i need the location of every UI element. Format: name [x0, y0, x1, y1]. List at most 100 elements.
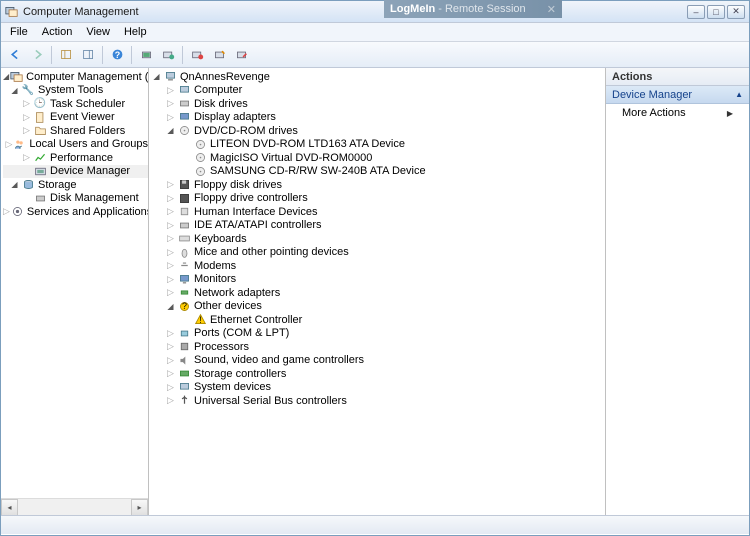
scheduler-icon: 🕒	[33, 97, 47, 110]
dvd-icon	[193, 165, 207, 178]
console-tree[interactable]: Computer Management (Local 🔧System Tools…	[1, 68, 148, 221]
show-hide-actions-button[interactable]	[78, 45, 98, 65]
device-computer-name[interactable]: QnAnnesRevenge	[180, 71, 270, 83]
twisty-icon[interactable]	[165, 301, 176, 312]
twisty-icon[interactable]	[165, 193, 176, 204]
twisty-icon[interactable]	[165, 274, 176, 285]
device-cat-dvd[interactable]: DVD/CD-ROM drives	[194, 125, 298, 137]
monitor-icon	[177, 273, 191, 286]
device-cat-sound[interactable]: Sound, video and game controllers	[194, 354, 364, 366]
svg-text:!: !	[199, 315, 201, 325]
twisty-icon[interactable]	[5, 139, 12, 150]
tree-node-device-manager[interactable]: Device Manager	[50, 165, 130, 177]
remote-close-icon[interactable]: ✕	[547, 3, 556, 16]
twisty-icon[interactable]	[165, 260, 176, 271]
twisty-icon[interactable]	[151, 71, 162, 82]
tree-node-event-viewer[interactable]: Event Viewer	[50, 111, 115, 123]
tree-node-storage[interactable]: Storage	[38, 179, 77, 191]
twisty-icon[interactable]	[165, 287, 176, 298]
more-actions-item[interactable]: More Actions ▶	[606, 104, 749, 122]
twisty-icon[interactable]	[9, 179, 20, 190]
back-button[interactable]	[5, 45, 25, 65]
uninstall-button[interactable]	[187, 45, 207, 65]
tree-node-disk-mgmt[interactable]: Disk Management	[50, 192, 139, 204]
tree-node-services-apps[interactable]: Services and Applications	[27, 206, 149, 218]
menubar: File Action View Help	[1, 23, 749, 42]
menu-file[interactable]: File	[3, 24, 35, 40]
device-cat-ports[interactable]: Ports (COM & LPT)	[194, 327, 289, 339]
twisty-icon[interactable]	[21, 112, 32, 123]
device-cat-computer[interactable]: Computer	[194, 84, 242, 96]
tree-node-local-users[interactable]: Local Users and Groups	[29, 138, 148, 150]
device-cat-processors[interactable]: Processors	[194, 341, 249, 353]
twisty-icon[interactable]	[3, 206, 10, 217]
horizontal-scrollbar[interactable]: ◂ ▸	[1, 498, 148, 515]
twisty-icon[interactable]	[165, 85, 176, 96]
collapse-icon[interactable]: ▲	[735, 90, 743, 99]
device-samsung[interactable]: SAMSUNG CD-R/RW SW-240B ATA Device	[210, 165, 426, 177]
minimize-button[interactable]: –	[687, 5, 705, 19]
twisty-icon[interactable]	[21, 152, 32, 163]
twisty-icon[interactable]	[165, 112, 176, 123]
show-hide-tree-button[interactable]	[56, 45, 76, 65]
tree-node-shared-folders[interactable]: Shared Folders	[50, 125, 125, 137]
tree-node-performance[interactable]: Performance	[50, 152, 113, 164]
menu-view[interactable]: View	[79, 24, 117, 40]
twisty-icon[interactable]	[21, 98, 32, 109]
tree-node-system-tools[interactable]: System Tools	[38, 84, 103, 96]
device-cat-floppy-ctrl[interactable]: Floppy drive controllers	[194, 192, 308, 204]
device-cat-monitors[interactable]: Monitors	[194, 273, 236, 285]
device-magiciso[interactable]: MagicISO Virtual DVD-ROM0000	[210, 152, 372, 164]
twisty-icon[interactable]	[165, 98, 176, 109]
menu-action[interactable]: Action	[35, 24, 80, 40]
twisty-icon[interactable]	[165, 220, 176, 231]
close-button[interactable]: ✕	[727, 5, 745, 19]
device-cat-keyboards[interactable]: Keyboards	[194, 233, 247, 245]
twisty-icon[interactable]	[165, 233, 176, 244]
scan-hardware-button[interactable]	[209, 45, 229, 65]
device-tree[interactable]: QnAnnesRevenge Computer Disk drives Disp…	[149, 68, 605, 410]
device-manager-icon	[33, 165, 47, 178]
twisty-icon[interactable]	[165, 328, 176, 339]
twisty-icon[interactable]	[9, 85, 20, 96]
twisty-icon[interactable]	[21, 125, 32, 136]
actions-section[interactable]: Device Manager ▲	[606, 86, 749, 104]
twisty-icon[interactable]	[165, 341, 176, 352]
maximize-button[interactable]: □	[707, 5, 725, 19]
update-driver-button[interactable]	[158, 45, 178, 65]
twisty-icon[interactable]	[165, 395, 176, 406]
twisty-icon[interactable]	[165, 206, 176, 217]
twisty-icon[interactable]	[165, 355, 176, 366]
hardware-wizard-button[interactable]	[136, 45, 156, 65]
device-cat-storage-ctrl[interactable]: Storage controllers	[194, 368, 286, 380]
device-cat-modems[interactable]: Modems	[194, 260, 236, 272]
tree-node-root[interactable]: Computer Management (Local	[26, 71, 149, 83]
device-cat-usb[interactable]: Universal Serial Bus controllers	[194, 395, 347, 407]
scroll-left-button[interactable]: ◂	[1, 499, 18, 515]
device-cat-ide[interactable]: IDE ATA/ATAPI controllers	[194, 219, 322, 231]
twisty-icon[interactable]	[3, 71, 9, 82]
device-liteon[interactable]: LITEON DVD-ROM LTD163 ATA Device	[210, 138, 405, 150]
device-cat-other[interactable]: Other devices	[194, 300, 262, 312]
device-cat-hid[interactable]: Human Interface Devices	[194, 206, 318, 218]
device-cat-network[interactable]: Network adapters	[194, 287, 280, 299]
scroll-right-button[interactable]: ▸	[131, 499, 148, 515]
twisty-icon[interactable]	[165, 247, 176, 258]
forward-button[interactable]	[27, 45, 47, 65]
device-cat-floppy[interactable]: Floppy disk drives	[194, 179, 282, 191]
menu-help[interactable]: Help	[117, 24, 154, 40]
device-ethernet-controller[interactable]: Ethernet Controller	[210, 314, 302, 326]
device-cat-disk-drives[interactable]: Disk drives	[194, 98, 248, 110]
statusbar	[1, 515, 749, 534]
tree-node-task-scheduler[interactable]: Task Scheduler	[50, 98, 125, 110]
device-cat-mice[interactable]: Mice and other pointing devices	[194, 246, 349, 258]
twisty-icon[interactable]	[165, 382, 176, 393]
twisty-icon[interactable]	[165, 179, 176, 190]
twisty-icon[interactable]	[165, 368, 176, 379]
device-cat-system[interactable]: System devices	[194, 381, 271, 393]
twisty-icon[interactable]	[165, 125, 176, 136]
disable-button[interactable]	[231, 45, 251, 65]
device-cat-display[interactable]: Display adapters	[194, 111, 276, 123]
port-icon	[177, 327, 191, 340]
help-button[interactable]: ?	[107, 45, 127, 65]
